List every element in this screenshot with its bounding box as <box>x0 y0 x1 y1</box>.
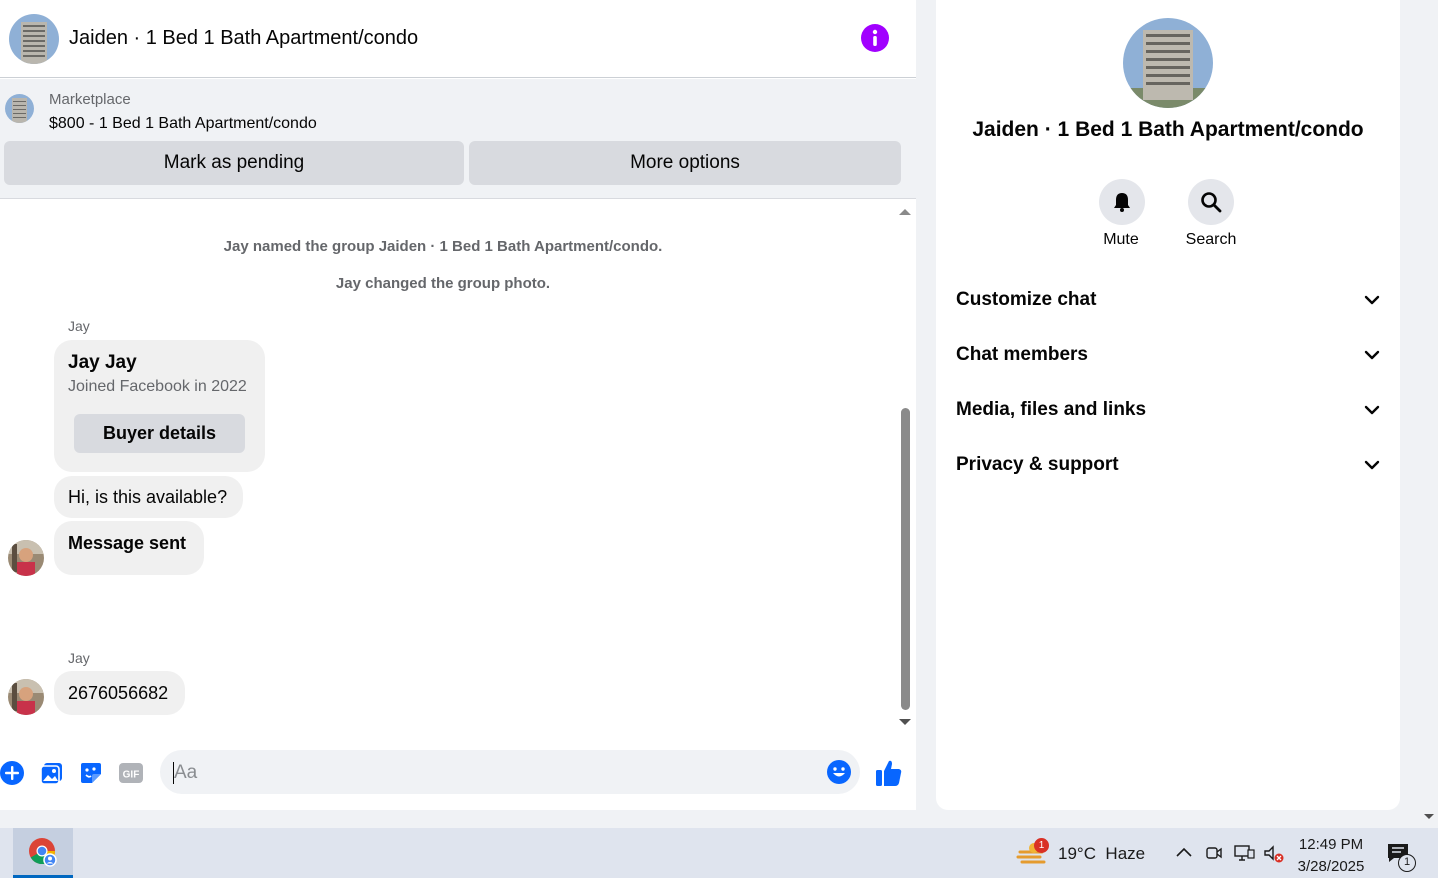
message-text: 2676056682 <box>68 682 169 703</box>
taskbar-chrome-app[interactable] <box>13 828 73 878</box>
section-privacy-support[interactable]: Privacy & support <box>956 445 1380 485</box>
sender-name: Jay <box>68 318 90 334</box>
details-group-avatar[interactable] <box>1123 18 1213 108</box>
listing-source: Marketplace <box>49 91 131 108</box>
gif-icon[interactable]: GIF <box>118 760 144 786</box>
message-text: Message sent <box>68 533 187 553</box>
notification-center-icon[interactable]: 1 <box>1386 842 1420 872</box>
buyer-details-button[interactable]: Buyer details <box>74 414 245 453</box>
sticker-icon[interactable] <box>78 760 104 786</box>
scroll-thumb[interactable] <box>901 408 910 710</box>
show-hidden-icons-chevron-icon[interactable] <box>1175 846 1193 858</box>
like-thumbs-up-icon[interactable] <box>874 758 904 788</box>
message-input-placeholder: Aa <box>174 762 198 783</box>
sender-avatar[interactable] <box>8 540 44 576</box>
section-media-files-links[interactable]: Media, files and links <box>956 390 1380 430</box>
listing-title[interactable]: $800 - 1 Bed 1 Bath Apartment/condo <box>49 115 317 133</box>
mark-as-pending-button[interactable]: Mark as pending <box>4 141 464 185</box>
windows-taskbar: 1 19°C Haze 12:49 PM 3/28/2025 1 <box>0 828 1438 878</box>
chevron-down-icon <box>1364 350 1380 360</box>
message-composer: GIF Aa <box>0 740 916 806</box>
scroll-down-arrow-icon[interactable] <box>898 718 912 728</box>
more-options-button[interactable]: More options <box>469 141 901 185</box>
chrome-icon <box>29 837 57 867</box>
section-label: Media, files and links <box>956 399 1147 420</box>
search-button[interactable] <box>1188 179 1234 225</box>
mute-label: Mute <box>1103 231 1139 248</box>
bell-icon <box>1114 193 1130 212</box>
message-bubble[interactable]: 2676056682 <box>54 671 185 715</box>
section-label: Privacy & support <box>956 454 1119 475</box>
sender-name: Jay <box>68 650 90 666</box>
emoji-icon[interactable] <box>826 759 852 785</box>
buyer-card: Jay Jay Joined Facebook in 2022 Buyer de… <box>54 340 265 472</box>
plus-icon[interactable] <box>0 760 26 786</box>
message-bubble[interactable]: Message sent <box>54 521 204 575</box>
page-scroll-down-arrow-icon[interactable] <box>1423 812 1435 822</box>
search-icon <box>1201 192 1222 213</box>
photo-icon[interactable] <box>39 760 65 786</box>
buyer-card-name: Jay Jay <box>68 352 137 373</box>
network-icon[interactable] <box>1233 844 1255 862</box>
taskbar-clock[interactable]: 12:49 PM 3/28/2025 <box>1296 834 1366 878</box>
clock-date: 3/28/2025 <box>1297 858 1365 875</box>
chat-panel: Jaiden · 1 Bed 1 Bath Apartment/condo Ma… <box>0 0 916 810</box>
info-icon[interactable] <box>861 24 889 52</box>
message-list: Jay named the group Jaiden · 1 Bed 1 Bat… <box>0 200 916 732</box>
weather-text[interactable]: 19°C Haze <box>1058 844 1145 864</box>
mute-button[interactable] <box>1099 179 1145 225</box>
message-input[interactable]: Aa <box>160 750 860 794</box>
svg-text:GIF: GIF <box>123 770 140 781</box>
notification-badge: 1 <box>1398 854 1416 872</box>
system-message: Jay named the group Jaiden · 1 Bed 1 Bat… <box>223 238 663 255</box>
sender-avatar[interactable] <box>8 679 44 715</box>
page-scrollbar[interactable] <box>1420 0 1438 828</box>
system-message: Jay changed the group photo. <box>335 275 551 292</box>
chat-header: Jaiden · 1 Bed 1 Bath Apartment/condo <box>0 0 916 78</box>
chevron-down-icon <box>1364 405 1380 415</box>
section-chat-members[interactable]: Chat members <box>956 335 1380 375</box>
listing-thumbnail[interactable] <box>5 94 34 123</box>
chat-details-panel: Jaiden · 1 Bed 1 Bath Apartment/condo Mu… <box>936 0 1400 810</box>
message-scrollbar[interactable] <box>896 200 914 734</box>
meet-now-icon[interactable] <box>1205 844 1223 862</box>
message-bubble[interactable]: Hi, is this available? <box>54 476 243 518</box>
section-customize-chat[interactable]: Customize chat <box>956 280 1380 320</box>
weather-badge: 1 <box>1034 838 1049 853</box>
search-label: Search <box>1185 231 1237 248</box>
weather-widget-icon[interactable]: 1 <box>1016 838 1049 868</box>
volume-muted-icon[interactable] <box>1262 844 1286 864</box>
clock-time: 12:49 PM <box>1298 836 1364 853</box>
section-label: Chat members <box>956 344 1088 365</box>
scroll-up-arrow-icon[interactable] <box>898 206 912 216</box>
chevron-down-icon <box>1364 295 1380 305</box>
chat-title: Jaiden · 1 Bed 1 Bath Apartment/condo <box>69 27 419 49</box>
group-avatar[interactable] <box>9 13 59 64</box>
details-chat-name: Jaiden · 1 Bed 1 Bath Apartment/condo <box>972 118 1364 141</box>
buyer-card-subtitle: Joined Facebook in 2022 <box>68 378 247 395</box>
chevron-down-icon <box>1364 460 1380 470</box>
section-label: Customize chat <box>956 289 1097 310</box>
message-text: Hi, is this available? <box>68 486 228 507</box>
